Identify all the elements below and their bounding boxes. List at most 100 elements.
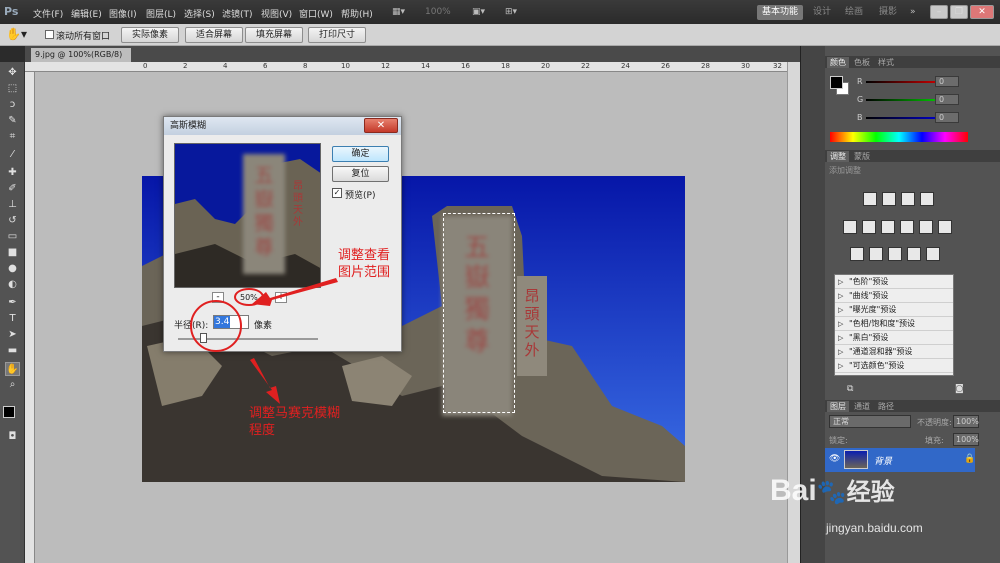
close-icon[interactable]: ✕ — [970, 5, 994, 19]
workspace-painting[interactable]: 绘画 — [840, 5, 868, 20]
invert-icon[interactable] — [850, 247, 864, 261]
ruler-number: 14 — [421, 62, 430, 70]
g-value[interactable]: 0 — [935, 94, 959, 105]
layer-row-background[interactable]: 👁 背景 🔒 — [825, 448, 975, 472]
workspace-design[interactable]: 设计 — [808, 5, 836, 20]
fill-screen-button[interactable]: 填充屏幕 — [245, 27, 303, 43]
preset-hue-saturation[interactable]: "色相/饱和度"预设 — [835, 317, 953, 331]
ruler-number: 0 — [143, 62, 148, 70]
zoom-tool-icon[interactable]: ⌕ — [5, 378, 20, 392]
preset-curves[interactable]: "曲线"预设 — [835, 289, 953, 303]
layer-visibility-icon[interactable]: 👁 — [829, 454, 840, 464]
blur-preview[interactable]: 五 嶽 獨 尊 昂 頭 天 外 — [174, 143, 321, 288]
tab-color[interactable]: 颜色 — [827, 57, 849, 68]
opacity-input[interactable]: 100% — [953, 415, 979, 428]
menu-window[interactable]: 窗口(W) — [299, 7, 333, 20]
menu-file[interactable]: 文件(F) — [33, 7, 63, 20]
arrange-icon[interactable]: ▣▾ — [472, 7, 485, 17]
foreground-color-swatch[interactable] — [3, 406, 15, 418]
preset-levels[interactable]: "色阶"预设 — [835, 275, 953, 289]
gradient-map-icon[interactable] — [907, 247, 921, 261]
screen-mode-icon[interactable]: ▦▾ — [392, 7, 405, 17]
posterize-icon[interactable] — [869, 247, 883, 261]
menu-edit[interactable]: 编辑(E) — [71, 7, 102, 20]
quick-mask-icon[interactable]: ◘ — [5, 430, 20, 444]
gradient-tool-icon[interactable]: ■ — [5, 246, 20, 260]
eraser-tool-icon[interactable]: ▭ — [5, 230, 20, 244]
ok-button[interactable]: 确定 — [332, 146, 389, 162]
adjust-footer-right-icon[interactable]: ◙ — [955, 384, 964, 394]
menu-filter[interactable]: 滤镜(T) — [222, 7, 253, 20]
reset-button[interactable]: 复位 — [332, 166, 389, 182]
pen-tool-icon[interactable]: ✒ — [5, 296, 20, 310]
foreground-swatch[interactable] — [830, 76, 843, 89]
more-workspaces-icon[interactable]: » — [905, 5, 921, 20]
tab-swatches[interactable]: 色板 — [851, 57, 873, 68]
fill-input[interactable]: 100% — [953, 433, 979, 446]
scroll-all-checkbox[interactable] — [45, 30, 54, 39]
minimize-icon[interactable]: – — [930, 5, 948, 19]
brightness-icon[interactable] — [863, 192, 877, 206]
menu-image[interactable]: 图像(I) — [109, 7, 137, 20]
tab-layers[interactable]: 图层 — [827, 401, 849, 412]
tab-adjustments[interactable]: 调整 — [827, 151, 849, 162]
exposure-icon[interactable] — [920, 192, 934, 206]
preset-black-white[interactable]: "黑白"预设 — [835, 331, 953, 345]
hue-saturation-icon[interactable] — [862, 220, 876, 234]
preset-channel-mixer[interactable]: "通道混和器"预设 — [835, 345, 953, 359]
menu-help[interactable]: 帮助(H) — [341, 7, 373, 20]
eyedropper-icon[interactable]: ⁄ — [5, 148, 20, 162]
fit-screen-button[interactable]: 适合屏幕 — [185, 27, 243, 43]
color-panel-tabs: 颜色 色板 样式 — [825, 56, 1000, 68]
stamp-tool-icon[interactable]: ⊥ — [5, 198, 20, 212]
preset-selective-color[interactable]: "可选颜色"预设 — [835, 359, 953, 373]
menu-layer[interactable]: 图层(L) — [146, 7, 176, 20]
document-tab[interactable]: 9.jpg @ 100%(RGB/8) × — [31, 48, 131, 73]
color-spectrum[interactable] — [830, 132, 968, 142]
tab-masks[interactable]: 蒙版 — [851, 151, 873, 162]
tab-channels[interactable]: 通道 — [851, 401, 873, 412]
quick-select-icon[interactable]: ✎ — [5, 114, 20, 128]
print-size-button[interactable]: 打印尺寸 — [308, 27, 366, 43]
threshold-icon[interactable] — [888, 247, 902, 261]
preview-checkbox[interactable]: ✓ — [332, 188, 342, 198]
lasso-tool-icon[interactable]: ↄ — [5, 98, 20, 112]
preset-exposure[interactable]: "曝光度"预设 — [835, 303, 953, 317]
workspace-basic[interactable]: 基本功能 — [757, 5, 804, 20]
shape-tool-icon[interactable]: ▬ — [5, 344, 20, 358]
type-tool-icon[interactable]: T — [5, 312, 20, 326]
marquee-tool-icon[interactable]: ⬚ — [5, 82, 20, 96]
zoom-level[interactable]: 100% — [425, 7, 451, 17]
blend-mode-select[interactable]: 正常 — [829, 415, 911, 428]
levels-icon[interactable] — [882, 192, 896, 206]
menu-view[interactable]: 视图(V) — [261, 7, 292, 20]
hand-tool-icon[interactable]: ✋ — [5, 362, 20, 376]
restore-icon[interactable]: ❐ — [950, 5, 968, 19]
move-tool-icon[interactable]: ✥ — [5, 66, 20, 80]
tab-paths[interactable]: 路径 — [875, 401, 897, 412]
tab-styles[interactable]: 样式 — [875, 57, 897, 68]
healing-brush-icon[interactable]: ✚ — [5, 166, 20, 180]
b-value[interactable]: 0 — [935, 112, 959, 123]
adjust-footer-icon[interactable]: ⧉ — [847, 384, 853, 394]
history-brush-icon[interactable]: ↺ — [5, 214, 20, 228]
channel-mixer-icon[interactable] — [938, 220, 952, 234]
photo-filter-icon[interactable] — [919, 220, 933, 234]
curves-icon[interactable] — [901, 192, 915, 206]
vibrance-icon[interactable] — [843, 220, 857, 234]
menu-select[interactable]: 选择(S) — [184, 7, 215, 20]
selective-color-icon[interactable] — [926, 247, 940, 261]
screen-icon[interactable]: ⊞▾ — [505, 7, 517, 17]
dialog-close-icon[interactable]: ✕ — [364, 118, 398, 133]
r-value[interactable]: 0 — [935, 76, 959, 87]
workspace-photography[interactable]: 摄影 — [874, 5, 902, 20]
path-select-icon[interactable]: ➤ — [5, 328, 20, 342]
dodge-tool-icon[interactable]: ◐ — [5, 278, 20, 292]
black-white-icon[interactable] — [900, 220, 914, 234]
color-balance-icon[interactable] — [881, 220, 895, 234]
brush-tool-icon[interactable]: ✐ — [5, 182, 20, 196]
crop-tool-icon[interactable]: ⌗ — [5, 130, 20, 144]
actual-pixels-button[interactable]: 实际像素 — [121, 27, 179, 43]
blur-tool-icon[interactable]: ● — [5, 262, 20, 276]
r-label: R — [857, 77, 863, 86]
